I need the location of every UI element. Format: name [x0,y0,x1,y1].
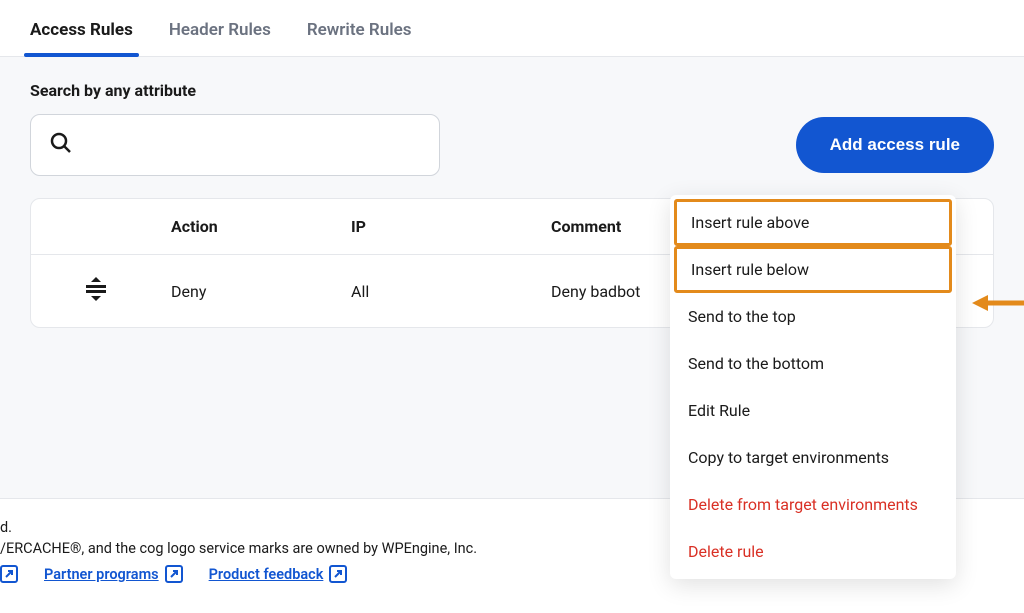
menu-copy-environments[interactable]: Copy to target environments [670,434,956,481]
search-input[interactable] [85,136,421,154]
menu-send-bottom[interactable]: Send to the bottom [670,340,956,387]
external-link-icon [165,565,183,583]
partner-programs-label: Partner programs [44,566,159,583]
external-link-icon [0,565,18,583]
product-feedback-link[interactable]: Product feedback [209,565,348,583]
menu-insert-above[interactable]: Insert rule above [674,199,952,246]
search-box[interactable] [30,114,440,176]
cell-ip: All [341,255,541,328]
search-row: Add access rule [30,114,994,176]
menu-insert-below[interactable]: Insert rule below [674,246,952,293]
column-header-action: Action [161,199,341,255]
drag-handle-icon[interactable] [83,277,109,301]
tab-header-rules[interactable]: Header Rules [169,20,271,56]
add-access-rule-button[interactable]: Add access rule [796,117,994,173]
annotation-arrow-icon [972,292,1024,314]
row-context-menu: Insert rule above Insert rule below Send… [670,195,956,579]
tab-access-rules[interactable]: Access Rules [30,20,133,56]
cell-action: Deny [161,255,341,328]
column-header-ip: IP [341,199,541,255]
menu-edit-rule[interactable]: Edit Rule [670,387,956,434]
tab-rewrite-rules[interactable]: Rewrite Rules [307,20,412,56]
tabs-bar: Access Rules Header Rules Rewrite Rules [0,0,1024,57]
search-label: Search by any attribute [30,81,994,100]
product-feedback-label: Product feedback [209,566,324,583]
external-link-icon [329,565,347,583]
menu-delete-rule[interactable]: Delete rule [670,528,956,575]
search-icon [49,131,73,159]
menu-send-top[interactable]: Send to the top [670,293,956,340]
partner-programs-link[interactable]: Partner programs [44,565,183,583]
menu-delete-environments[interactable]: Delete from target environments [670,481,956,528]
